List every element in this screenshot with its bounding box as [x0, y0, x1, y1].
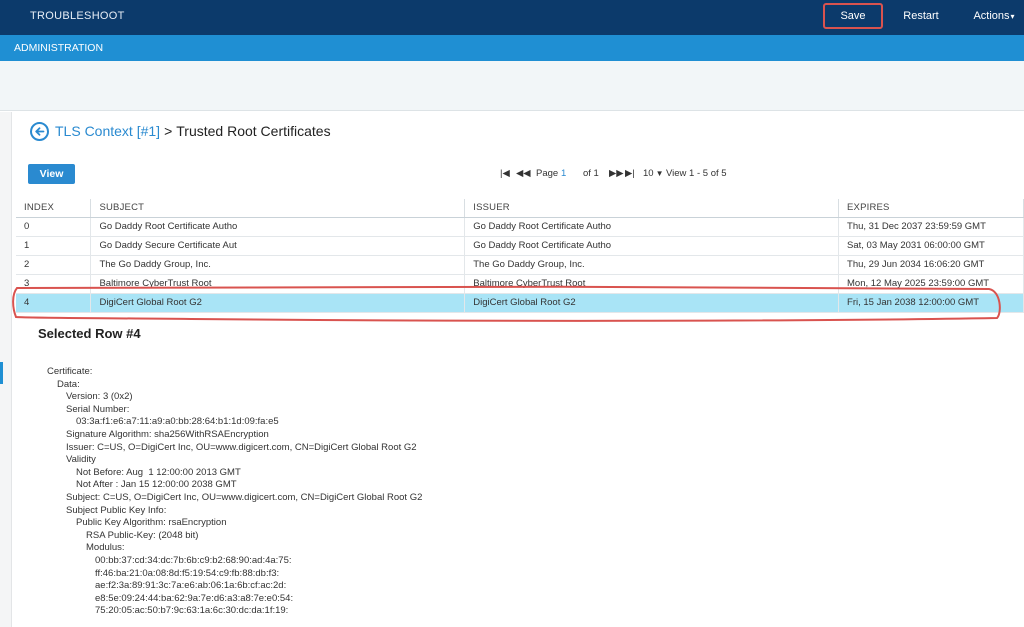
cell-index: 0: [16, 217, 92, 237]
page-number-input[interactable]: 1: [561, 168, 566, 182]
cert-line: Modulus:: [86, 542, 125, 554]
cert-line: Subject: C=US, O=DigiCert Inc, OU=www.di…: [66, 492, 423, 503]
cert-line: Not After : Jan 15 12:00:00 2038 GMT: [76, 479, 237, 491]
restart-button[interactable]: Restart: [898, 3, 944, 29]
cert-line: 75:20:05:ac:50:b7:9c:63:1a:6c:30:dc:da:1…: [95, 605, 289, 617]
last-page-icon[interactable]: ▶|: [625, 168, 635, 182]
actions-label: Actions: [973, 10, 1010, 22]
cell-issuer: The Go Daddy Group, Inc.: [464, 255, 840, 275]
section-title: ADMINISTRATION: [14, 42, 104, 54]
cell-index: 1: [16, 236, 92, 256]
cell-index: 2: [16, 255, 92, 275]
column-header-index[interactable]: INDEX: [16, 199, 92, 218]
cell-issuer: Go Daddy Root Certificate Autho: [464, 236, 840, 256]
cert-line: ff:46:ba:21:0a:08:8d:f5:19:54:c9:fb:88:d…: [95, 567, 280, 579]
page-of-label: of 1: [583, 168, 599, 179]
page-title: Trusted Root Certificates: [176, 123, 331, 139]
prev-page-icon[interactable]: ◀◀: [516, 168, 531, 182]
column-header-expires[interactable]: EXPIRES: [838, 199, 1024, 218]
cell-subject: Go Daddy Root Certificate Autho: [90, 217, 466, 237]
sidebar-active-marker: [0, 362, 3, 384]
actions-menu[interactable]: Actions▾: [968, 3, 1020, 29]
first-page-icon[interactable]: |◀: [500, 168, 510, 182]
cell-expires: Thu, 31 Dec 2037 23:59:59 GMT: [838, 217, 1024, 237]
cell-expires: Thu, 29 Jun 2034 16:06:20 GMT: [838, 255, 1024, 275]
save-button[interactable]: Save: [823, 3, 883, 29]
caret-down-icon: ▾: [1010, 12, 1015, 21]
table-header-row: INDEX SUBJECT ISSUER EXPIRES: [16, 199, 1024, 218]
cert-line: ae:f2:3a:89:91:3c:7a:e6:ab:06:1a:6b:cf:a…: [95, 580, 287, 592]
cert-line: Issuer: C=US, O=DigiCert Inc, OU=www.dig…: [66, 441, 417, 453]
cert-line: Validity: [66, 454, 96, 466]
cell-issuer: Go Daddy Root Certificate Autho: [464, 217, 840, 237]
view-button[interactable]: View: [28, 164, 75, 184]
selected-row-title: Selected Row #4: [38, 326, 141, 341]
page-size-value: 10: [643, 168, 654, 179]
cert-line: Version: 3 (0x2): [66, 391, 133, 403]
table-row[interactable]: 2 The Go Daddy Group, Inc. The Go Daddy …: [16, 255, 1024, 275]
left-sidebar-strip: [0, 112, 12, 627]
cert-line: Serial Number:: [66, 403, 130, 415]
cert-line: Public Key Algorithm: rsaEncryption: [76, 517, 227, 529]
cell-subject: Go Daddy Secure Certificate Aut: [90, 236, 466, 256]
section-bar: ADMINISTRATION: [0, 35, 1024, 61]
top-bar: TROUBLESHOOT Save Restart Actions▾: [0, 0, 1024, 35]
table-row[interactable]: 1 Go Daddy Secure Certificate Aut Go Dad…: [16, 236, 1024, 256]
next-page-icon[interactable]: ▶▶: [609, 168, 624, 182]
page-label: Page: [536, 168, 559, 179]
header-band: [0, 61, 1024, 111]
cert-line: 00:bb:37:cd:34:dc:7b:6b:c9:b2:68:90:ad:4…: [95, 555, 292, 566]
page-size-select[interactable]: 10 ▼: [643, 168, 664, 182]
breadcrumb-separator: >: [164, 123, 173, 139]
cert-line: Data:: [57, 378, 80, 390]
cert-line: Signature Algorithm: sha256WithRSAEncryp…: [66, 429, 269, 440]
view-count-label: View 1 - 5 of 5: [666, 168, 727, 179]
cell-subject: The Go Daddy Group, Inc.: [90, 255, 466, 275]
cert-line: RSA Public-Key: (2048 bit): [86, 529, 199, 541]
breadcrumb: TLS Context [#1] > Trusted Root Certific…: [30, 121, 331, 141]
cert-line: Certificate:: [47, 366, 93, 377]
cert-line: Not Before: Aug 1 12:00:00 2013 GMT: [76, 466, 241, 478]
chevron-down-icon: ▼: [655, 169, 664, 178]
cell-expires: Sat, 03 May 2031 06:00:00 GMT: [838, 236, 1024, 256]
column-header-issuer[interactable]: ISSUER: [464, 199, 840, 218]
cert-line: 03:3a:f1:e6:a7:11:a9:a0:bb:28:64:b1:1d:0…: [76, 416, 279, 428]
table-row[interactable]: 0 Go Daddy Root Certificate Autho Go Dad…: [16, 217, 1024, 237]
selection-annotation-outline: [12, 285, 1001, 322]
breadcrumb-link-tls-context[interactable]: TLS Context [#1]: [55, 123, 160, 139]
app-title: TROUBLESHOOT: [30, 10, 125, 22]
cert-line: Subject Public Key Info:: [66, 504, 167, 516]
back-arrow-icon[interactable]: [30, 121, 49, 141]
cert-line: e8:5e:09:24:44:ba:62:9a:7e:d6:a3:a8:7e:e…: [95, 592, 294, 604]
column-header-subject[interactable]: SUBJECT: [90, 199, 466, 218]
